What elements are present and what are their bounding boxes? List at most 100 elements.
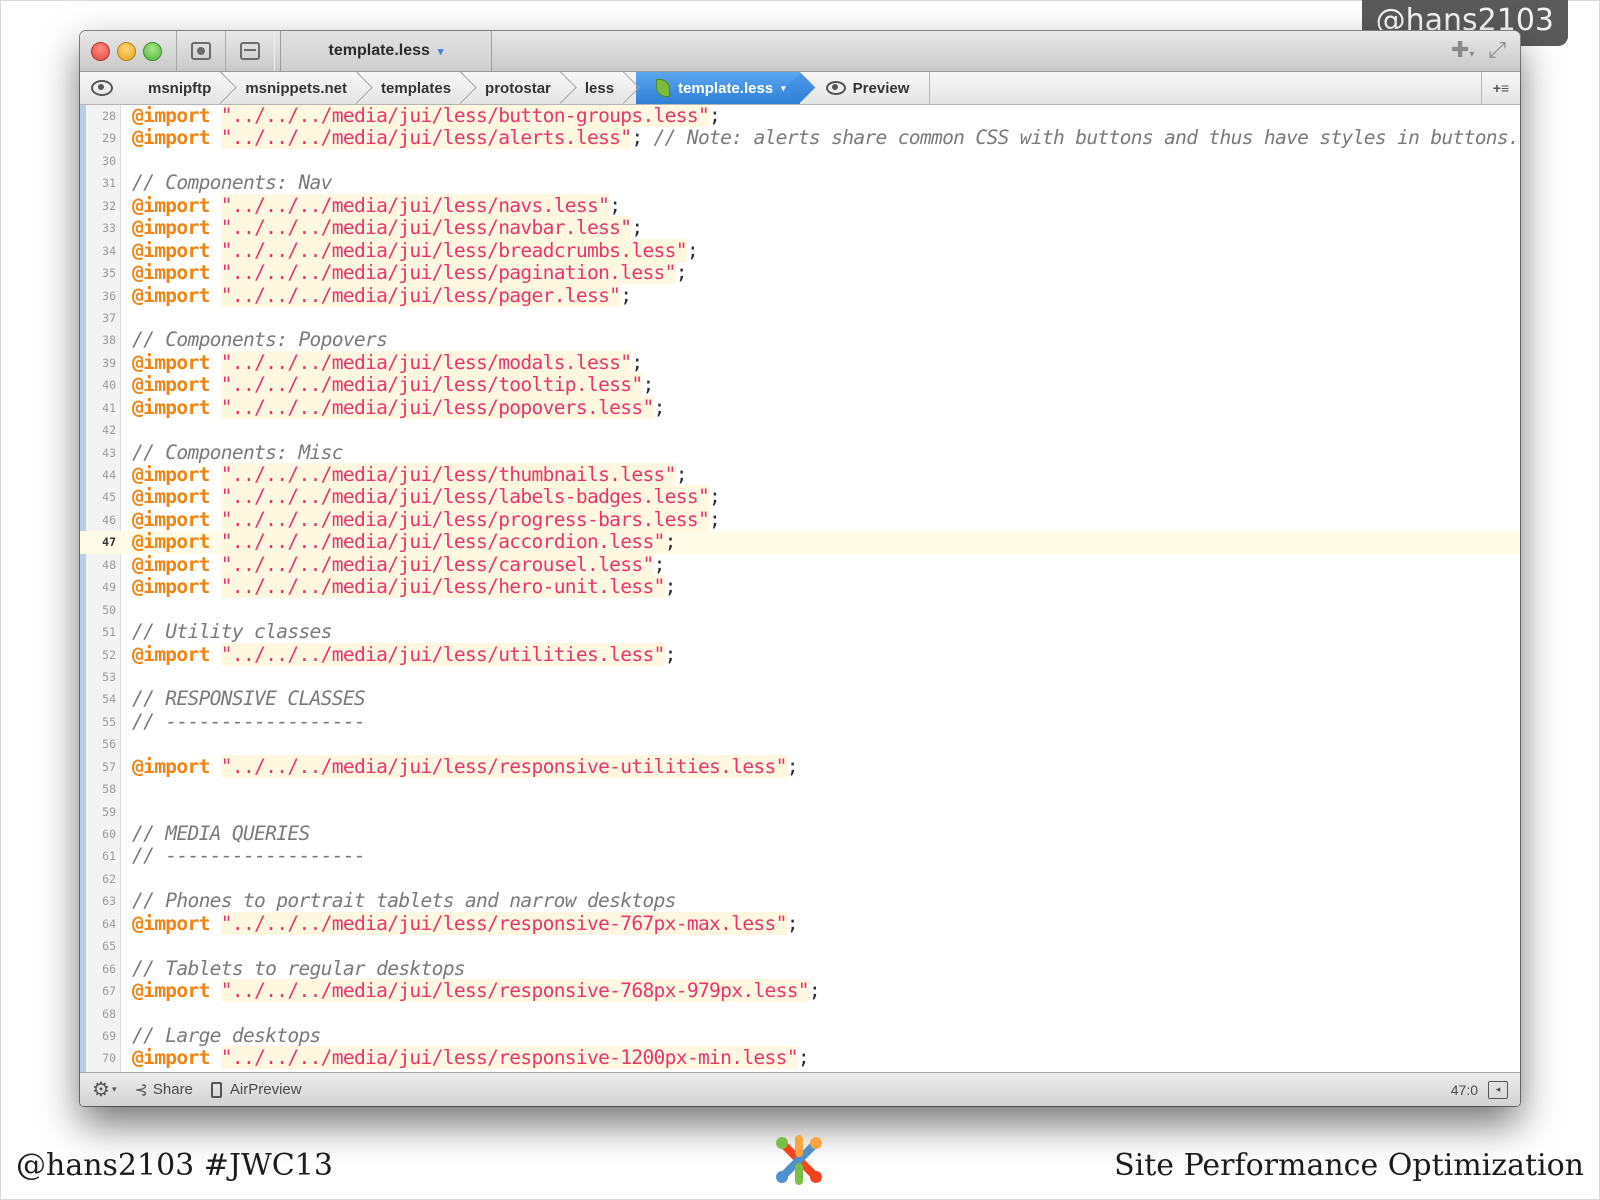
fullscreen-icon[interactable]: ⤢ [1488, 39, 1506, 66]
code-line[interactable]: 51 // Utility classes [80, 620, 1520, 643]
code-line[interactable]: 55 // ------------------ [80, 710, 1520, 733]
code-line[interactable]: 57 @import "../../../media/jui/less/respo… [80, 754, 1520, 778]
line-number: 35 [102, 266, 116, 281]
line-number: 70 [102, 1051, 116, 1066]
line-source: @import "../../../media/jui/less/tooltip… [132, 373, 654, 397]
gear-icon[interactable]: ⚙ [92, 1077, 110, 1102]
code-line[interactable]: 45 @import "../../../media/jui/less/label… [80, 485, 1520, 509]
code-line[interactable]: 49 @import "../../../media/jui/less/hero-… [80, 575, 1520, 599]
maximize-window-button[interactable] [143, 42, 162, 61]
line-source: @import "../../../media/jui/less/progres… [132, 507, 721, 531]
title-bar: template.less ▾ ✚▾ ⤢ [80, 31, 1520, 72]
token-pun [210, 530, 221, 553]
code-line[interactable]: 30 [80, 150, 1520, 172]
code-line[interactable]: 29 @import "../../../media/jui/less/alert… [80, 126, 1520, 150]
line-number: 40 [102, 378, 116, 393]
line-number: 66 [102, 961, 116, 976]
line-number: 33 [102, 221, 116, 236]
code-line[interactable]: 36 @import "../../../media/jui/less/pager… [80, 283, 1520, 307]
preview-button[interactable]: Preview [800, 72, 931, 104]
breadcrumb-msnippets-net[interactable]: msnippets.net [225, 72, 361, 104]
line-number: 51 [102, 625, 116, 640]
editor-window: template.less ▾ ✚▾ ⤢ msnipftp msnippets.… [80, 31, 1520, 1106]
token-str: "../../../media/jui/less/carousel.less" [220, 552, 654, 576]
code-line[interactable]: 60 // MEDIA QUERIES [80, 822, 1520, 845]
line-number: 58 [102, 782, 116, 797]
token-cmt: // Tablets to regular desktops [132, 956, 466, 980]
code-line[interactable]: 54 // RESPONSIVE CLASSES [80, 688, 1520, 710]
code-line[interactable]: 38 // Components: Popovers [80, 329, 1520, 351]
token-str: "../../../media/jui/less/progress-bars.l… [220, 507, 710, 531]
code-line[interactable]: 59 [80, 801, 1520, 823]
code-line[interactable]: 65 [80, 935, 1520, 957]
token-str: "../../../media/jui/less/pager.less" [220, 283, 621, 307]
code-line[interactable]: 35 @import "../../../media/jui/less/pagin… [80, 261, 1520, 285]
code-line[interactable]: 40 @import "../../../media/jui/less/toolt… [80, 373, 1520, 397]
token-pun [210, 755, 221, 778]
code-line[interactable]: 33 @import "../../../media/jui/less/navba… [80, 216, 1520, 240]
breadcrumb-templates[interactable]: templates [361, 72, 465, 104]
share-button[interactable]: ⊰ Share [134, 1080, 192, 1100]
token-pun [210, 463, 221, 486]
path-bar-eye-button[interactable] [80, 72, 124, 104]
line-source: // Phones to portrait tablets and narrow… [132, 890, 676, 912]
code-line[interactable]: 41 @import "../../../media/jui/less/popov… [80, 395, 1520, 419]
code-line[interactable]: 68 [80, 1003, 1520, 1025]
code-line[interactable]: 42 [80, 419, 1520, 441]
code-line[interactable]: 67 @import "../../../media/jui/less/respo… [80, 979, 1520, 1003]
code-line[interactable]: 70 @import "../../../media/jui/less/respo… [80, 1046, 1520, 1070]
code-line[interactable]: 48 @import "../../../media/jui/less/carou… [80, 552, 1520, 576]
airpreview-button[interactable]: AirPreview [210, 1081, 302, 1098]
line-source: @import "../../../media/jui/less/navbar.… [132, 216, 643, 240]
line-number: 64 [102, 916, 116, 931]
code-line[interactable]: 39 @import "../../../media/jui/less/modal… [80, 350, 1520, 374]
code-line[interactable]: 66 // Tablets to regular desktops [80, 956, 1520, 980]
close-window-button[interactable] [91, 42, 110, 61]
code-line[interactable]: 56 [80, 733, 1520, 755]
line-number: 42 [102, 423, 116, 438]
sites-button[interactable] [176, 31, 226, 71]
code-line[interactable]: 63 // Phones to portrait tablets and narr… [80, 890, 1520, 912]
token-pun [210, 396, 221, 419]
eye-icon [825, 81, 846, 95]
token-str: "../../../media/jui/less/accordion.less" [220, 530, 665, 554]
line-source: @import "../../../media/jui/less/thumbna… [132, 463, 688, 486]
token-kw: @import [132, 216, 210, 240]
sidebar-toggle-button[interactable] [225, 31, 275, 71]
tab-template-less[interactable]: template.less ▾ [280, 31, 492, 71]
breadcrumb-protostar[interactable]: protostar [465, 72, 565, 104]
line-number: 56 [102, 737, 116, 752]
code-line[interactable]: 43 // Components: Misc [80, 441, 1520, 464]
minimize-window-button[interactable] [117, 42, 136, 61]
code-line[interactable]: 28 @import "../../../media/jui/less/butto… [80, 105, 1520, 127]
token-pun: ; [642, 373, 654, 397]
code-line[interactable]: 64 @import "../../../media/jui/less/respo… [80, 911, 1520, 935]
code-line[interactable]: 69 // Large desktops [80, 1024, 1520, 1047]
line-source: @import "../../../media/jui/less/respons… [132, 754, 799, 778]
token-pun: ; [631, 216, 643, 240]
code-line[interactable]: 61 // ------------------ [80, 845, 1520, 867]
code-line[interactable]: 44 @import "../../../media/jui/less/thumb… [80, 463, 1520, 486]
breadcrumb-msnipftp[interactable]: msnipftp [124, 72, 225, 104]
token-pun: ; [808, 979, 821, 1003]
code-line[interactable]: 58 [80, 778, 1520, 800]
code-line[interactable]: 62 [80, 868, 1520, 890]
line-source: @import "../../../media/jui/less/popover… [132, 395, 665, 419]
line-source: // Utility classes [132, 620, 332, 643]
code-line[interactable]: 34 @import "../../../media/jui/less/bread… [80, 238, 1520, 262]
panel-toggle-button[interactable]: ◂ [1488, 1080, 1508, 1099]
code-line[interactable]: 32 @import "../../../media/jui/less/navs.… [80, 193, 1520, 217]
split-view-button[interactable]: +≡ [1481, 72, 1520, 104]
line-number: 31 [102, 176, 116, 191]
add-tab-icon[interactable]: ✚▾ [1451, 39, 1474, 66]
code-line[interactable]: 47 @import "../../../media/jui/less/accor… [80, 530, 1520, 554]
code-editor[interactable]: 28 @import "../../../media/jui/less/butto… [80, 105, 1520, 1104]
code-line[interactable]: 52 @import "../../../media/jui/less/utili… [80, 642, 1520, 666]
breadcrumb-current-file[interactable]: template.less ▾ [636, 72, 800, 104]
code-line[interactable]: 46 @import "../../../media/jui/less/progr… [80, 507, 1520, 531]
code-line[interactable]: 50 [80, 599, 1520, 621]
code-line[interactable]: 37 [80, 307, 1520, 329]
code-line[interactable]: 31 // Components: Nav [80, 172, 1520, 194]
token-pun: ; [664, 575, 677, 599]
code-line[interactable]: 53 [80, 666, 1520, 688]
